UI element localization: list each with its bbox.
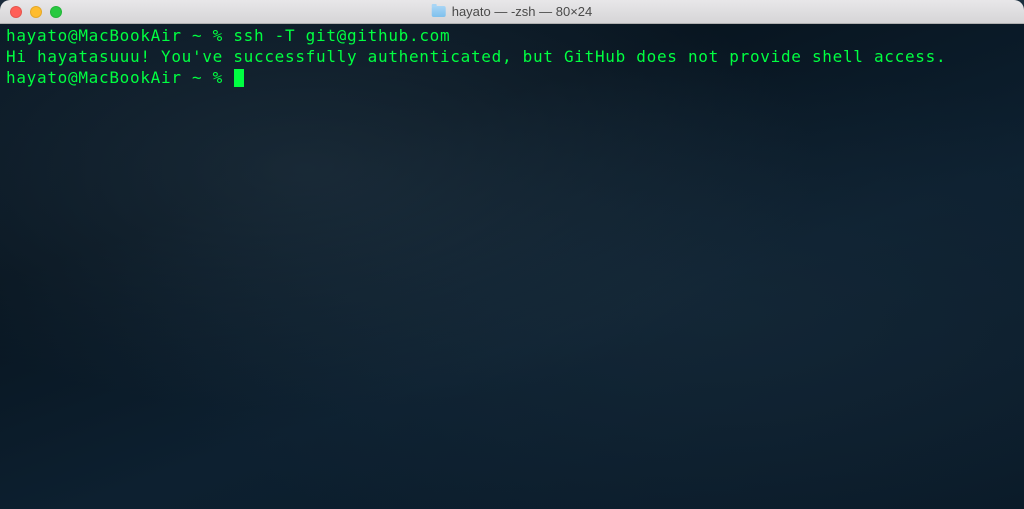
window-title-group: hayato — -zsh — 80×24	[432, 4, 593, 19]
shell-prompt: hayato@MacBookAir ~ %	[6, 68, 233, 87]
window-title: hayato — -zsh — 80×24	[452, 4, 593, 19]
terminal-window: hayato — -zsh — 80×24 hayato@MacBookAir …	[0, 0, 1024, 509]
traffic-lights	[10, 6, 62, 18]
folder-icon	[432, 6, 446, 17]
terminal-body[interactable]: hayato@MacBookAir ~ % ssh -T git@github.…	[0, 24, 1024, 509]
terminal-output: Hi hayatasuuu! You've successfully authe…	[6, 47, 1018, 68]
cursor-icon	[234, 69, 244, 87]
shell-command: ssh -T git@github.com	[233, 26, 450, 45]
close-icon[interactable]	[10, 6, 22, 18]
terminal-line: hayato@MacBookAir ~ %	[6, 68, 1018, 89]
shell-prompt: hayato@MacBookAir ~ %	[6, 26, 233, 45]
title-bar[interactable]: hayato — -zsh — 80×24	[0, 0, 1024, 24]
minimize-icon[interactable]	[30, 6, 42, 18]
zoom-icon[interactable]	[50, 6, 62, 18]
terminal-line: hayato@MacBookAir ~ % ssh -T git@github.…	[6, 26, 1018, 47]
